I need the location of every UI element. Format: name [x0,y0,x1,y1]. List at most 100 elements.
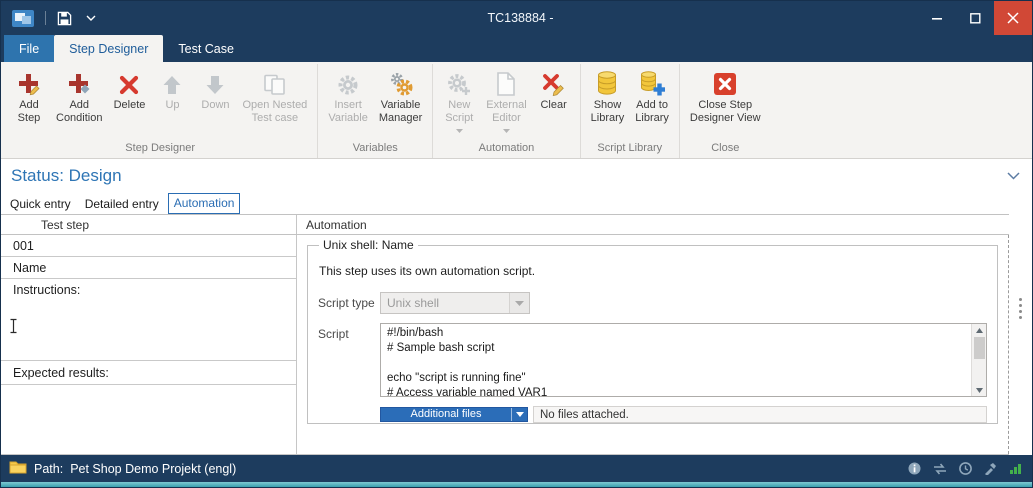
delete-label: Delete [114,99,146,112]
ribbon-tab-strip: File Step Designer Test Case [1,35,1032,62]
clock-icon[interactable] [959,462,972,475]
content-area: Test step Automation 001 Name Instructio… [1,214,1032,455]
script-editor[interactable]: #!/bin/bash # Sample bash script echo "s… [380,323,987,397]
scroll-up-icon[interactable] [972,324,986,336]
tab-automation[interactable]: Automation [168,193,241,214]
database-icon [595,70,619,97]
ribbon-group-step-designer: Add Step Add Condition Delete [3,64,317,158]
additional-files-button[interactable]: Additional files [380,407,528,422]
test-step-column-header: Test step [1,215,297,234]
ribbon-group-variables: Insert Variable Variable Manager Variabl… [317,64,432,158]
external-editor-button: External Editor [481,67,531,141]
double-gear-icon [388,70,414,97]
delete-icon [117,70,141,97]
external-editor-label: External Editor [486,99,526,125]
tools-icon[interactable] [984,462,997,475]
script-type-select: Unix shell [380,292,530,314]
tab-file-label: File [19,42,39,56]
ribbon: Add Step Add Condition Delete [1,62,1032,159]
ribbon-group-close: Close Step Designer View Close [679,64,771,158]
delete-button[interactable]: Delete [108,67,150,141]
script-content[interactable]: #!/bin/bash # Sample bash script echo "s… [381,324,986,397]
collapse-chevron-icon[interactable] [1007,167,1020,185]
script-scrollbar[interactable] [971,324,986,396]
maximize-button[interactable] [956,1,994,35]
tab-detailed-entry[interactable]: Detailed entry [80,195,164,214]
status-title: Status: Design [11,166,1007,186]
show-library-button[interactable]: Show Library [586,67,630,141]
variable-manager-button[interactable]: Variable Manager [374,67,427,141]
add-to-library-label: Add to Library [635,99,669,125]
add-step-button[interactable]: Add Step [8,67,50,141]
unix-shell-groupbox: Unix shell: Name This step uses its own … [307,238,998,424]
scrollbar-thumb[interactable] [974,337,985,359]
automation-column-header: Automation [297,218,1009,232]
close-button[interactable] [994,1,1032,35]
quick-access-dropdown-icon[interactable] [83,12,99,24]
open-nested-test-case-button: Open Nested Test case [237,67,312,141]
activity-status-icon[interactable] [1009,462,1022,475]
new-script-button: New Script [438,67,480,141]
tab-quick-entry[interactable]: Quick entry [5,195,76,214]
group-label-variables: Variables [318,141,432,158]
automation-panel: Unix shell: Name This step uses its own … [297,235,1009,454]
ibeam-cursor [9,318,18,339]
add-step-icon [16,70,42,97]
tab-automation-label: Automation [174,196,235,210]
entry-tab-strip: Quick entry Detailed entry Automation [1,193,1032,214]
tab-step-designer[interactable]: Step Designer [54,35,163,62]
tab-file[interactable]: File [4,35,54,62]
tab-test-case-label: Test Case [178,42,234,56]
save-button[interactable] [54,8,75,29]
script-type-value: Unix shell [381,296,509,310]
close-step-designer-view-button[interactable]: Close Step Designer View [685,67,766,141]
group-label-automation: Automation [433,141,579,158]
attached-files-field: No files attached. [533,406,987,423]
gear-plus-icon [446,70,472,97]
add-to-library-button[interactable]: Add to Library [630,67,674,141]
step-name-cell[interactable]: Name [1,257,296,279]
sync-icon[interactable] [933,463,947,475]
script-label: Script [318,323,380,397]
titlebar: TC138884 - [1,1,1032,35]
new-script-label: New Script [445,99,473,125]
content-column-headers: Test step Automation [1,215,1009,235]
minimize-button[interactable] [918,1,956,35]
up-button: Up [151,67,193,141]
panel-splitter-grip[interactable] [1016,294,1025,323]
ribbon-group-automation: New Script External Editor Clear [432,64,579,158]
add-condition-icon [66,70,92,97]
insert-variable-button: Insert Variable [323,67,373,141]
step-number-cell[interactable]: 001 [1,235,296,257]
add-step-label: Add Step [18,99,41,125]
open-nested-label: Open Nested Test case [242,99,307,125]
info-icon[interactable] [908,462,921,475]
tab-step-designer-label: Step Designer [69,42,148,56]
gear-icon [336,70,360,97]
window-title: TC138884 - [239,11,802,25]
down-button: Down [194,67,236,141]
instructions-label: Instructions: [1,279,296,301]
show-library-label: Show Library [591,99,625,125]
additional-files-dropdown-icon [511,408,527,421]
up-arrow-icon [161,70,183,97]
test-step-panel: 001 Name Instructions: Expected results: [1,235,297,454]
up-label: Up [165,99,179,112]
add-condition-button[interactable]: Add Condition [51,67,107,141]
clear-button[interactable]: Clear [533,67,575,141]
scroll-down-icon[interactable] [972,384,986,396]
app-icon[interactable] [9,7,37,30]
add-condition-label: Add Condition [56,99,102,125]
new-script-dropdown-icon [456,128,463,133]
window-bottom-edge [1,482,1032,487]
insert-variable-label: Insert Variable [328,99,368,125]
tab-test-case[interactable]: Test Case [163,35,249,62]
instructions-edit-area[interactable] [1,301,296,361]
path-value: Pet Shop Demo Projekt (engl) [70,462,236,476]
ribbon-group-script-library: Show Library Add to Library Script Libra… [580,64,679,158]
nested-pages-icon [262,70,288,97]
external-editor-dropdown-icon [503,128,510,133]
tab-detailed-entry-label: Detailed entry [85,197,159,211]
database-plus-icon [639,70,665,97]
group-label-close: Close [680,141,771,158]
